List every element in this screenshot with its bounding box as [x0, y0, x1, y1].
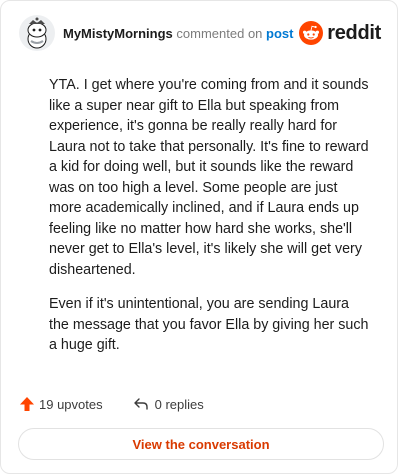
- reddit-logo-icon: [299, 21, 324, 45]
- upvote-arrow-icon: [20, 397, 34, 411]
- post-link[interactable]: post: [266, 26, 293, 41]
- upvote-button[interactable]: 19 upvotes: [19, 396, 103, 412]
- reddit-wordmark: reddit: [327, 21, 381, 44]
- comment-actions: 19 upvotes 0 replies: [19, 394, 204, 414]
- action-text: commented on: [176, 25, 263, 41]
- embedded-comment-card: MyMistyMornings commented on post reddit…: [0, 0, 398, 474]
- comment-paragraph: YTA. I get where you're coming from and …: [49, 77, 369, 278]
- reddit-brand[interactable]: reddit: [299, 21, 381, 45]
- reply-arrow-icon: [133, 398, 148, 410]
- comment-header: MyMistyMornings commented on post reddit: [19, 15, 381, 51]
- comment-paragraph: Even if it's unintentional, you are send…: [49, 296, 369, 353]
- upvote-count: 19 upvotes: [39, 396, 103, 412]
- snoo-avatar-icon[interactable]: [19, 15, 55, 51]
- view-conversation-button[interactable]: View the conversation: [18, 428, 384, 460]
- reply-button[interactable]: 0 replies: [133, 397, 204, 412]
- username-link[interactable]: MyMistyMornings: [63, 26, 173, 41]
- reply-count: 0 replies: [154, 396, 204, 412]
- comment-meta: MyMistyMornings commented on post: [63, 26, 294, 41]
- comment-body: YTA. I get where you're coming from and …: [49, 75, 371, 370]
